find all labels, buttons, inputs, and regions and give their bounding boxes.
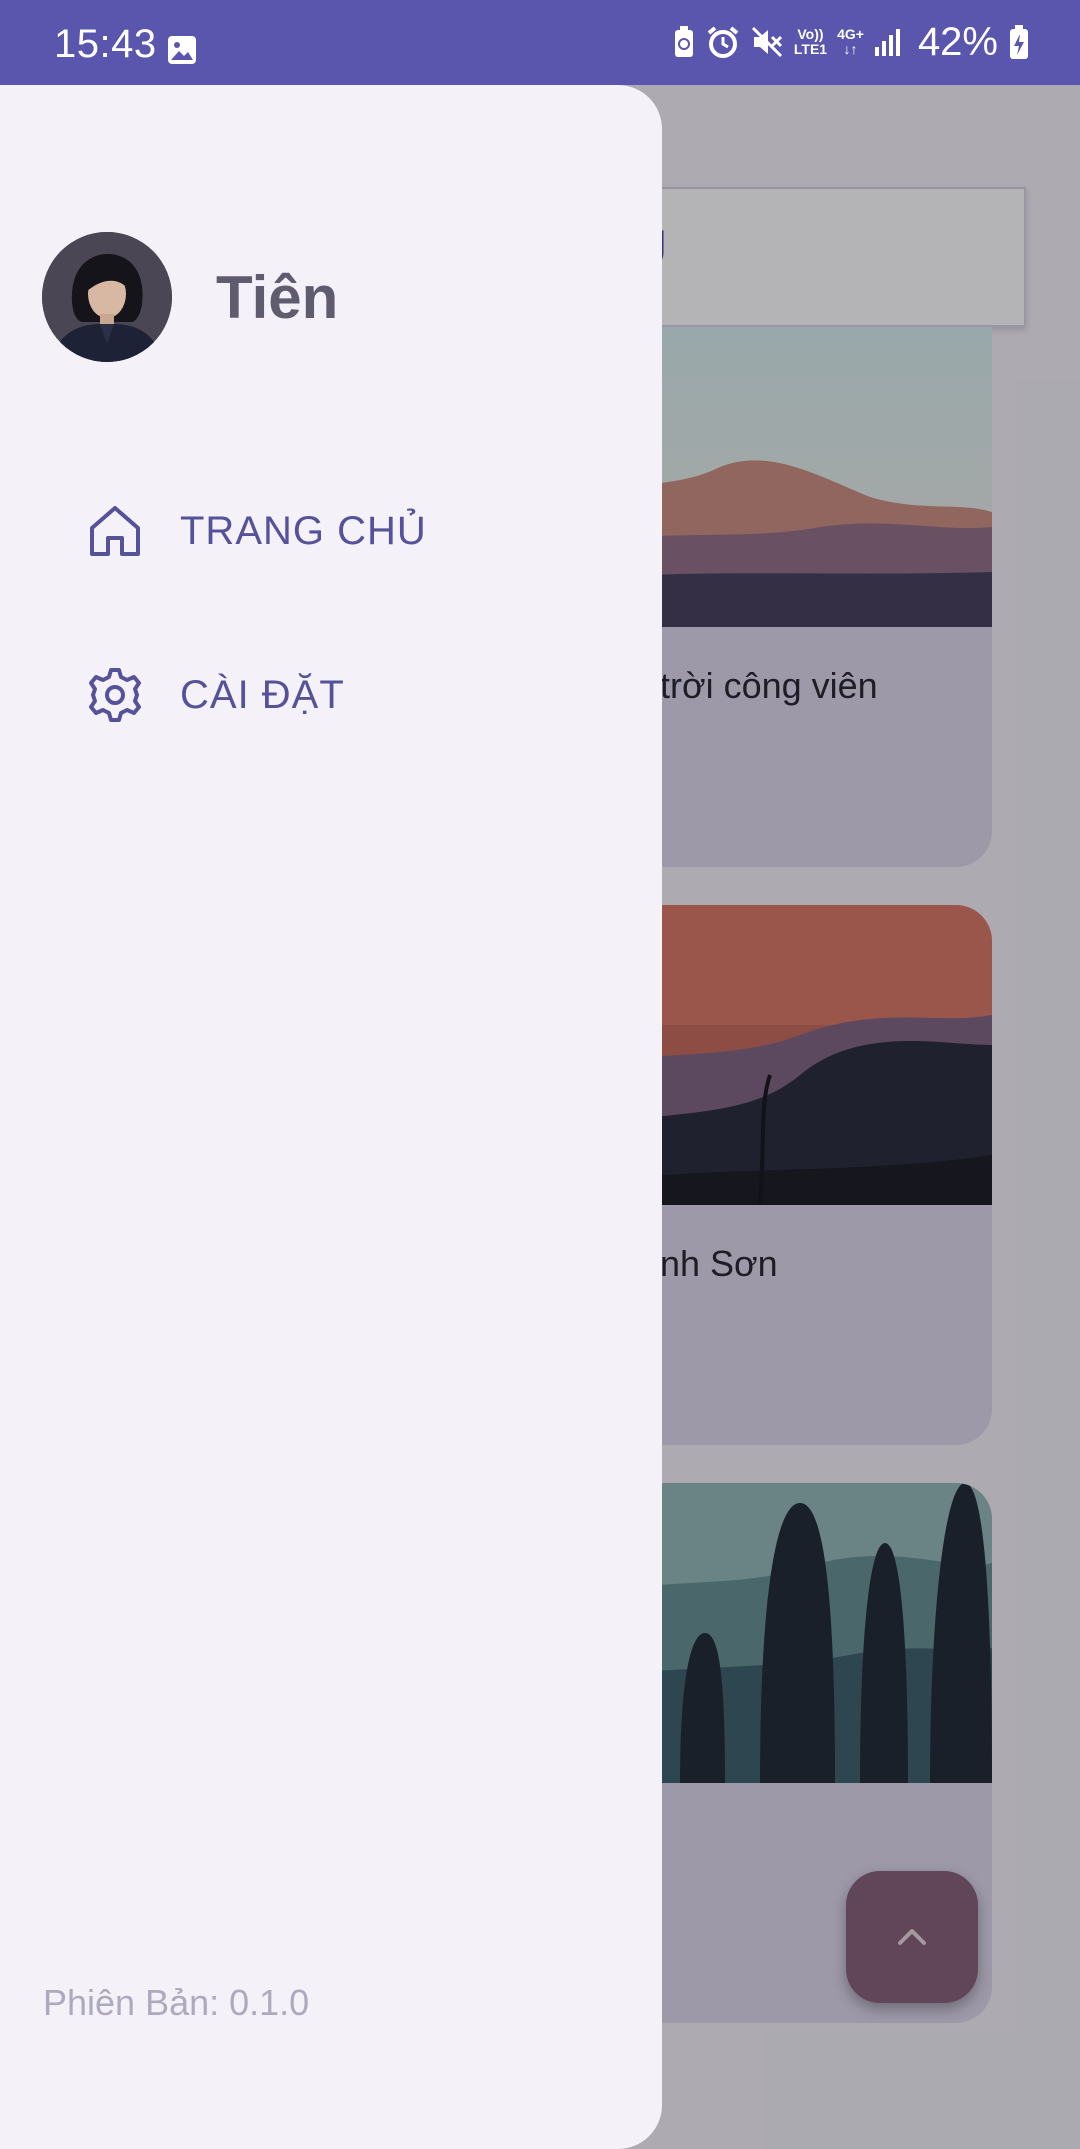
battery-charging-icon [1010, 25, 1028, 59]
chevron-up-icon [898, 1929, 926, 1945]
app-version: Phiên Bản: 0.1.0 [43, 1982, 310, 2023]
status-bar: 15:43 Vo)) LTE1 4G+ ↓↑ 42% [0, 0, 1080, 85]
signal-icon [874, 29, 900, 56]
network-type-indicator: 4G+ ↓↑ [837, 26, 864, 57]
nav-label-settings: CÀI ĐẶT [180, 672, 345, 717]
navigation-drawer: Tiên TRANG CHỦ CÀI ĐẶT Phiên Bản: 0.1.0 [0, 85, 662, 2149]
nav-item-home[interactable]: TRANG CHỦ [0, 476, 620, 586]
nav-label-home: TRANG CHỦ [180, 508, 427, 553]
scroll-to-top-button[interactable] [846, 1871, 978, 2003]
status-time: 15:43 [54, 22, 157, 66]
avatar[interactable] [42, 232, 172, 362]
gallery-notification-icon [168, 36, 196, 64]
profile-photo [42, 232, 172, 362]
home-icon [90, 506, 140, 556]
nav-item-settings[interactable]: CÀI ĐẶT [0, 640, 620, 750]
mute-icon [751, 26, 782, 58]
user-name: Tiên [216, 264, 339, 331]
alarm-icon [707, 26, 739, 58]
battery-saver-icon [674, 26, 693, 57]
status-icons: Vo)) LTE1 4G+ ↓↑ 42% [672, 18, 1030, 66]
volte-indicator: Vo)) LTE1 [793, 26, 828, 57]
battery-percent: 42% [917, 19, 998, 64]
gear-icon [89, 668, 141, 722]
